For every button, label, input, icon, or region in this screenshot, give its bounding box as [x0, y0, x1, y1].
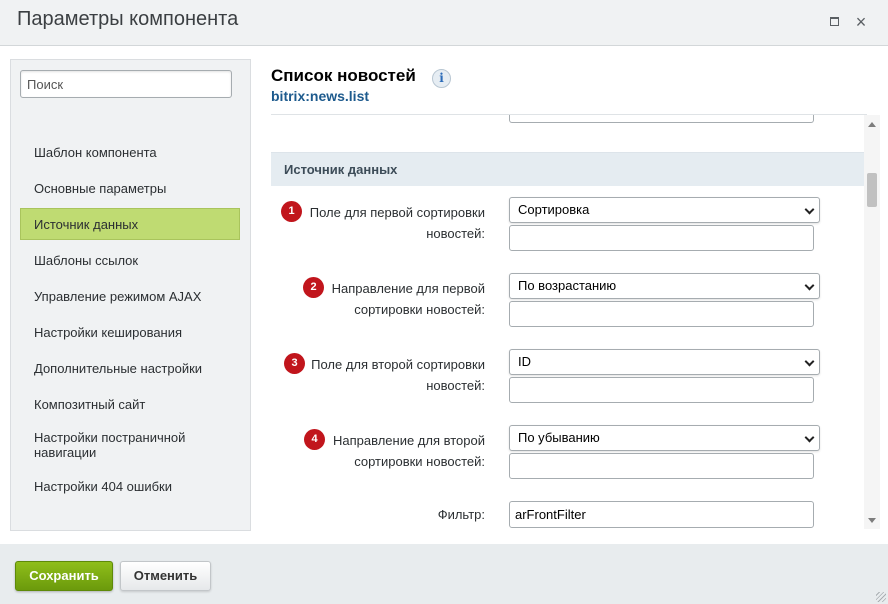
resize-grip-icon[interactable] [876, 592, 886, 602]
scrollbar-thumb[interactable] [867, 173, 877, 207]
chevron-down-icon [804, 204, 815, 215]
info-icon[interactable]: i [432, 69, 451, 88]
dialog-body: Шаблон компонента Основные параметры Ист… [0, 46, 888, 544]
sort-order2-select[interactable]: По убыванию [509, 425, 820, 451]
sidebar-item-additional[interactable]: Дополнительные настройки [11, 350, 250, 386]
field-row-sort-by2: 3 Поле для второй сортировки новостей: I… [271, 349, 867, 405]
sidebar-item-label: Основные параметры [34, 180, 167, 196]
close-button[interactable]: × [851, 12, 871, 32]
field-label-line: новостей: [426, 378, 485, 393]
sidebar-item-404[interactable]: Настройки 404 ошибки [11, 468, 250, 504]
section-title: Источник данных [284, 162, 398, 177]
select-value: По возрастанию [518, 278, 617, 293]
content-panel: Список новостей i bitrix:news.list Источ… [271, 46, 888, 544]
search-input[interactable] [20, 70, 232, 98]
field-label-line: Направление для первой [331, 281, 485, 296]
sidebar-item-ajax[interactable]: Управление режимом AJAX [11, 278, 250, 314]
field-label: Поле для второй сортировки новостей: [311, 354, 485, 396]
scrollbar[interactable] [864, 115, 880, 529]
step-badge: 4 [304, 429, 325, 450]
sort-by2-select[interactable]: ID [509, 349, 820, 375]
sort-order1-select[interactable]: По возрастанию [509, 273, 820, 299]
window-titlebar: Параметры компонента × [0, 0, 888, 46]
sidebar-item-label: Настройки постраничной навигации [34, 430, 186, 460]
sidebar-item-url-templates[interactable]: Шаблоны ссылок [11, 242, 250, 278]
sidebar-item-cache[interactable]: Настройки кеширования [11, 314, 250, 350]
cancel-button[interactable]: Отменить [120, 561, 211, 591]
component-title: Список новостей [271, 66, 416, 85]
maximize-button[interactable] [824, 12, 844, 32]
save-button[interactable]: Сохранить [15, 561, 113, 591]
window-title: Параметры компонента [17, 8, 239, 30]
select-value: По убыванию [518, 430, 600, 445]
sidebar-item-label: Источник данных [34, 216, 139, 232]
filter-label: Фильтр: [437, 507, 485, 522]
sidebar-item-label: Настройки кеширования [34, 324, 183, 340]
field-label-line: сортировки новостей: [354, 454, 485, 469]
maximize-icon [829, 17, 839, 27]
field-row-sort-order2: 4 Направление для второй сортировки ново… [271, 425, 867, 481]
sidebar-item-label: Дополнительные настройки [34, 360, 203, 376]
field-label-line: Поле для второй сортировки [311, 357, 485, 372]
field-row-sort-by1: 1 Поле для первой сортировки новостей: С… [271, 197, 867, 253]
sidebar-item-template[interactable]: Шаблон компонента [11, 134, 250, 170]
sidebar-nav: Шаблон компонента Основные параметры Ист… [11, 134, 250, 504]
field-label-line: Поле для первой сортировки [309, 205, 485, 220]
sidebar-item-data-source[interactable]: Источник данных [20, 208, 240, 240]
chevron-down-icon [804, 356, 815, 367]
sidebar-item-label: Шаблон компонента [34, 144, 157, 160]
sort-by2-custom-input[interactable] [509, 377, 814, 403]
scroll-down-icon[interactable] [868, 518, 876, 523]
field-row-sort-order1: 2 Направление для первой сортировки ново… [271, 273, 867, 329]
sidebar-item-composite[interactable]: Композитный сайт [11, 386, 250, 422]
field-row-filter: Фильтр: arFrontFilter [271, 501, 867, 529]
field-label: Направление для второй сортировки новост… [333, 430, 485, 472]
sidebar-item-label: Шаблоны ссылок [34, 252, 139, 268]
filter-input[interactable]: arFrontFilter [509, 501, 814, 528]
select-value: ID [518, 354, 531, 369]
sort-order1-custom-input[interactable] [509, 301, 814, 327]
dialog-footer: Сохранить Отменить [0, 544, 888, 604]
chevron-down-icon [804, 280, 815, 291]
step-badge: 2 [303, 277, 324, 298]
chevron-down-icon [804, 432, 815, 443]
sort-by1-select[interactable]: Сортировка [509, 197, 820, 223]
sidebar-item-label: Настройки 404 ошибки [34, 478, 172, 494]
partial-input[interactable] [509, 115, 814, 123]
partial-row [271, 115, 867, 139]
field-label: Направление для первой сортировки новост… [332, 278, 485, 320]
select-value: Сортировка [518, 202, 590, 217]
step-badge: 3 [284, 353, 305, 374]
scroll-up-icon[interactable] [868, 122, 876, 127]
sidebar-item-main-params[interactable]: Основные параметры [11, 170, 250, 206]
field-label-line: новостей: [426, 226, 485, 241]
component-code: bitrix:news.list [271, 88, 370, 104]
sidebar-item-label: Управление режимом AJAX [34, 288, 202, 304]
sort-order2-custom-input[interactable] [509, 453, 814, 479]
step-badge: 1 [281, 201, 302, 222]
field-label: Поле для первой сортировки новостей: [310, 202, 485, 244]
sidebar-item-pagination[interactable]: Настройки постраничной навигации [11, 422, 250, 468]
sort-by1-custom-input[interactable] [509, 225, 814, 251]
field-label-line: сортировки новостей: [354, 302, 485, 317]
sidebar-item-label: Композитный сайт [34, 396, 146, 412]
close-icon: × [855, 12, 867, 32]
section-header: Источник данных [271, 152, 864, 186]
sidebar: Шаблон компонента Основные параметры Ист… [10, 59, 251, 531]
field-label-line: Направление для второй [332, 433, 485, 448]
params-scroll-area: Источник данных 1 Поле для первой сортир… [271, 115, 867, 529]
